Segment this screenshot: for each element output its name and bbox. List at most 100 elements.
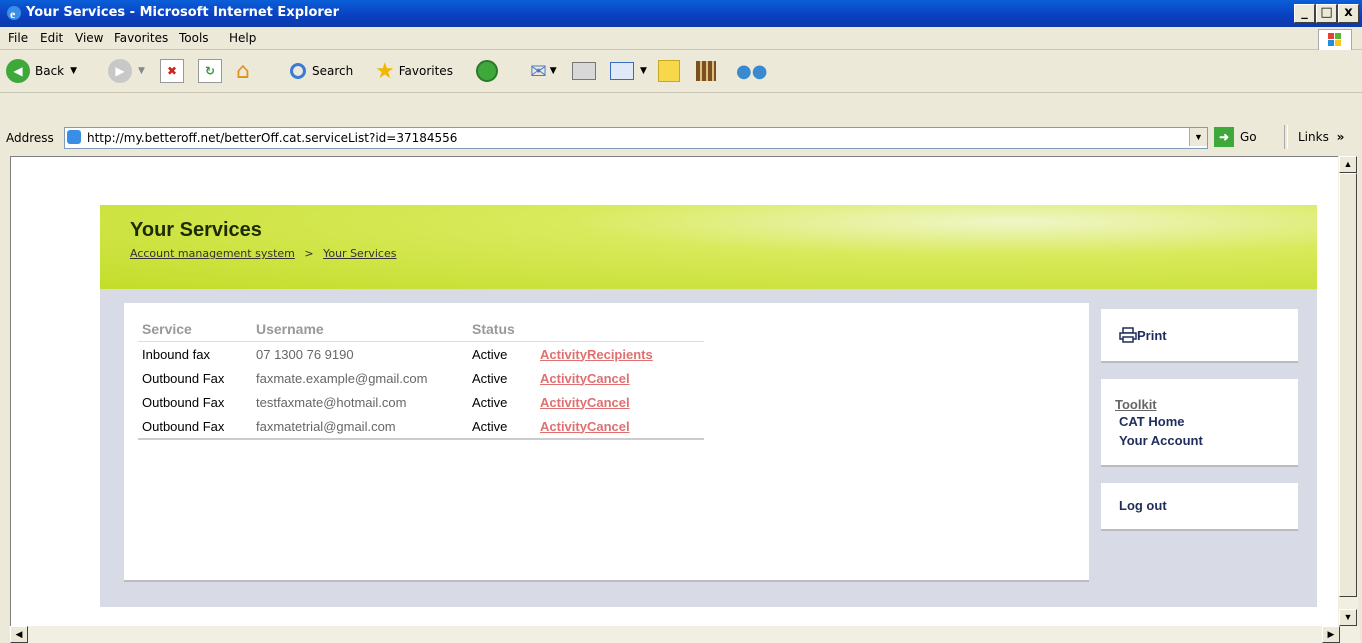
back-label: Back — [35, 64, 65, 78]
your-account-link[interactable]: Your Account — [1119, 433, 1203, 448]
back-arrow-icon: ◀ — [6, 59, 30, 83]
logout-link[interactable]: Log out — [1119, 498, 1167, 513]
print-link[interactable]: Print — [1119, 327, 1167, 343]
address-label: Address — [6, 131, 54, 145]
mail-dropdown-icon: ▼ — [549, 66, 557, 76]
recipients-link[interactable]: Recipients — [587, 347, 653, 362]
menu-file[interactable]: File — [8, 31, 28, 45]
mail-icon: ✉ — [530, 59, 547, 83]
ie-icon: e — [7, 6, 21, 21]
breadcrumb-your-services[interactable]: Your Services — [323, 247, 396, 260]
page-banner: Your Services Account management system … — [100, 205, 1317, 289]
services-panel: Service Username Status Inbound fax 07 1… — [124, 303, 1089, 582]
search-label: Search — [312, 64, 354, 78]
links-button[interactable]: Links » — [1298, 130, 1344, 144]
cell-service: Inbound fax — [142, 346, 210, 362]
refresh-button[interactable]: ↻ — [198, 58, 222, 84]
table-row: Outbound Fax faxmatetrial@gmail.com Acti… — [138, 414, 704, 440]
cell-actions: ActivityCancel — [536, 414, 704, 440]
title-bar: e Your Services - Microsoft Internet Exp… — [0, 0, 1362, 27]
home-button[interactable]: ⌂ — [236, 58, 250, 84]
header-status: Status — [468, 317, 536, 342]
address-bar: Address http://my.betteroff.net/betterOf… — [0, 124, 1362, 152]
back-dropdown-icon: ▼ — [70, 66, 78, 76]
activity-link[interactable]: Activity — [540, 419, 587, 434]
vertical-scrollbar[interactable]: ▲ ▼ — [1338, 156, 1358, 626]
chevron-right-icon: » — [1336, 130, 1345, 144]
edit-button[interactable]: ▼ — [610, 58, 647, 84]
content-area: Service Username Status Inbound fax 07 1… — [100, 289, 1317, 607]
scroll-left-icon[interactable]: ◀ — [10, 626, 28, 643]
maximize-button[interactable]: □ — [1316, 4, 1337, 23]
breadcrumb-separator: > — [304, 247, 314, 260]
header-actions — [536, 317, 704, 342]
menu-view[interactable]: View — [75, 31, 103, 45]
discuss-button[interactable] — [658, 58, 680, 84]
menu-favorites[interactable]: Favorites — [114, 31, 168, 45]
stop-button[interactable]: ✖ — [160, 58, 184, 84]
menu-edit[interactable]: Edit — [40, 31, 63, 45]
cat-home-link[interactable]: CAT Home — [1119, 414, 1184, 429]
page-icon — [67, 130, 81, 144]
go-button[interactable]: ➜ Go — [1214, 127, 1257, 147]
printer-icon — [572, 62, 596, 80]
refresh-icon: ↻ — [198, 59, 222, 83]
favorites-button[interactable]: ★ Favorites — [375, 58, 453, 84]
edit-icon — [610, 62, 634, 80]
search-button[interactable]: Search — [290, 58, 353, 84]
history-button[interactable] — [476, 58, 498, 84]
scroll-up-icon[interactable]: ▲ — [1339, 156, 1357, 173]
research-icon — [696, 61, 716, 81]
logout-box: Log out — [1101, 483, 1298, 531]
scroll-thumb[interactable] — [1339, 173, 1357, 597]
forward-dropdown-icon: ▼ — [138, 66, 145, 76]
menu-tools[interactable]: Tools — [179, 31, 209, 45]
favorites-label: Favorites — [398, 64, 453, 78]
horizontal-scrollbar[interactable]: ◀ ▶ — [10, 626, 1360, 643]
cell-username: faxmatetrial@gmail.com — [252, 414, 468, 440]
star-icon: ★ — [375, 58, 395, 84]
header-service: Service — [138, 317, 252, 342]
mail-button[interactable]: ✉ ▼ — [530, 58, 557, 84]
cell-service: Outbound Fax — [142, 394, 225, 410]
table-row: Outbound Fax testfaxmate@hotmail.com Act… — [138, 390, 704, 414]
cancel-link[interactable]: Cancel — [587, 371, 630, 386]
cell-actions: ActivityCancel — [536, 390, 704, 414]
header-username: Username — [252, 317, 468, 342]
scroll-right-icon[interactable]: ▶ — [1322, 626, 1340, 643]
cell-service: Outbound Fax — [142, 370, 225, 386]
search-icon — [290, 63, 306, 79]
back-button[interactable]: ◀ Back ▼ — [6, 58, 77, 84]
activity-link[interactable]: Activity — [540, 371, 587, 386]
breadcrumb-account-management[interactable]: Account management system — [130, 247, 295, 260]
activity-link[interactable]: Activity — [540, 395, 587, 410]
toolbar: ◀ Back ▼ ▶ ▼ ✖ ↻ ⌂ Search ★ Favorites ✉ … — [0, 50, 1362, 93]
table-header-row: Service Username Status — [138, 317, 704, 342]
cell-status: Active — [472, 370, 508, 386]
close-button[interactable]: x — [1338, 4, 1359, 23]
go-arrow-icon: ➜ — [1214, 127, 1234, 147]
cell-username: faxmate.example@gmail.com — [256, 370, 428, 386]
cell-status: Active — [468, 414, 536, 440]
print-toolbar-button[interactable] — [572, 58, 596, 84]
edit-dropdown-icon: ▼ — [640, 66, 647, 76]
forward-button[interactable]: ▶ ▼ — [108, 58, 145, 84]
cancel-link[interactable]: Cancel — [587, 395, 630, 410]
minimize-button[interactable]: _ — [1294, 4, 1315, 23]
cell-status: Active — [472, 346, 508, 362]
page-title: Your Services — [130, 219, 262, 241]
address-dropdown-icon[interactable]: ▼ — [1189, 128, 1207, 146]
cancel-link[interactable]: Cancel — [587, 419, 630, 434]
menu-help[interactable]: Help — [229, 31, 256, 45]
links-label: Links — [1298, 130, 1329, 144]
print-label: Print — [1137, 327, 1167, 343]
page-viewport: Your Services Account management system … — [10, 156, 1339, 627]
messenger-button[interactable]: ●● — [736, 58, 767, 84]
activity-link[interactable]: Activity — [540, 347, 587, 362]
research-button[interactable] — [696, 58, 716, 84]
windows-logo-icon — [1318, 29, 1352, 51]
toolkit-box: Toolkit CAT Home Your Account — [1101, 379, 1298, 467]
address-field[interactable]: http://my.betteroff.net/betterOff.cat.se… — [64, 127, 1208, 149]
print-box: Print — [1101, 309, 1298, 363]
scroll-down-icon[interactable]: ▼ — [1339, 609, 1357, 626]
